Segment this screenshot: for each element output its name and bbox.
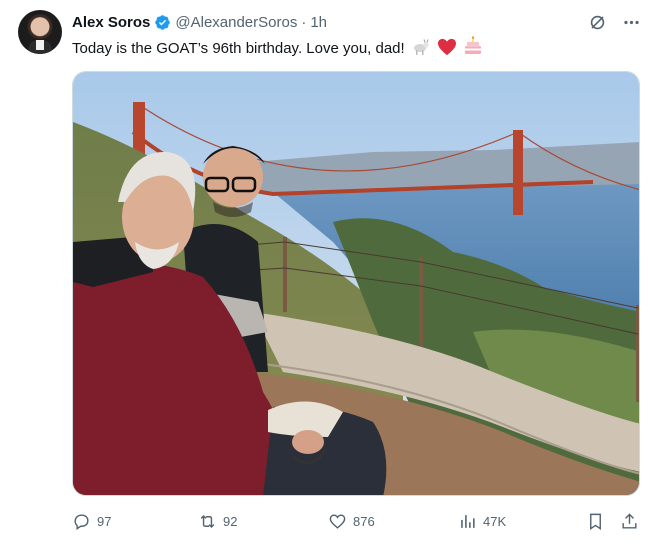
bookmark-icon — [590, 513, 601, 530]
more-icon[interactable] — [621, 12, 641, 32]
tweet-text: Today is the GOAT’s 96th birthday. Love … — [72, 36, 483, 59]
views-button[interactable]: 47K — [458, 512, 506, 531]
tweet-time[interactable]: 1h — [310, 14, 327, 31]
tweet-action-bar: 97 92 876 47K — [72, 512, 641, 534]
red-heart-emoji-icon — [438, 38, 457, 56]
repost-button[interactable]: 92 — [198, 512, 237, 531]
author-handle[interactable]: @AlexanderSoros — [175, 14, 297, 31]
tweet-photo[interactable] — [72, 71, 640, 496]
view-count: 47K — [483, 514, 507, 529]
share-button[interactable] — [620, 512, 639, 531]
tweet-header: Alex Soros @AlexanderSoros · 1h — [72, 12, 327, 32]
birthday-cake-emoji-icon — [465, 36, 482, 54]
share-icon — [622, 513, 637, 529]
views-chart-icon — [461, 515, 475, 528]
like-button[interactable]: 876 — [328, 512, 375, 531]
tweet-body: Today is the GOAT’s 96th birthday. Love … — [72, 40, 405, 57]
author-avatar[interactable] — [18, 10, 62, 54]
grok-icon[interactable] — [587, 12, 607, 32]
photo-scene — [73, 72, 639, 495]
avatar-collar — [36, 40, 44, 50]
reply-button[interactable]: 97 — [72, 512, 111, 531]
bookmark-button[interactable] — [586, 512, 605, 531]
reply-count: 97 — [97, 514, 112, 529]
heart-icon — [329, 514, 346, 529]
author-name[interactable]: Alex Soros — [72, 14, 150, 31]
tweet-top-actions — [587, 12, 641, 32]
verified-badge-icon — [155, 14, 171, 30]
goat-emoji-icon — [413, 39, 429, 55]
reply-icon — [74, 514, 89, 530]
like-count: 876 — [353, 514, 375, 529]
repost-count: 92 — [223, 514, 238, 529]
header-separator: · — [301, 13, 307, 31]
repost-icon — [200, 514, 215, 529]
